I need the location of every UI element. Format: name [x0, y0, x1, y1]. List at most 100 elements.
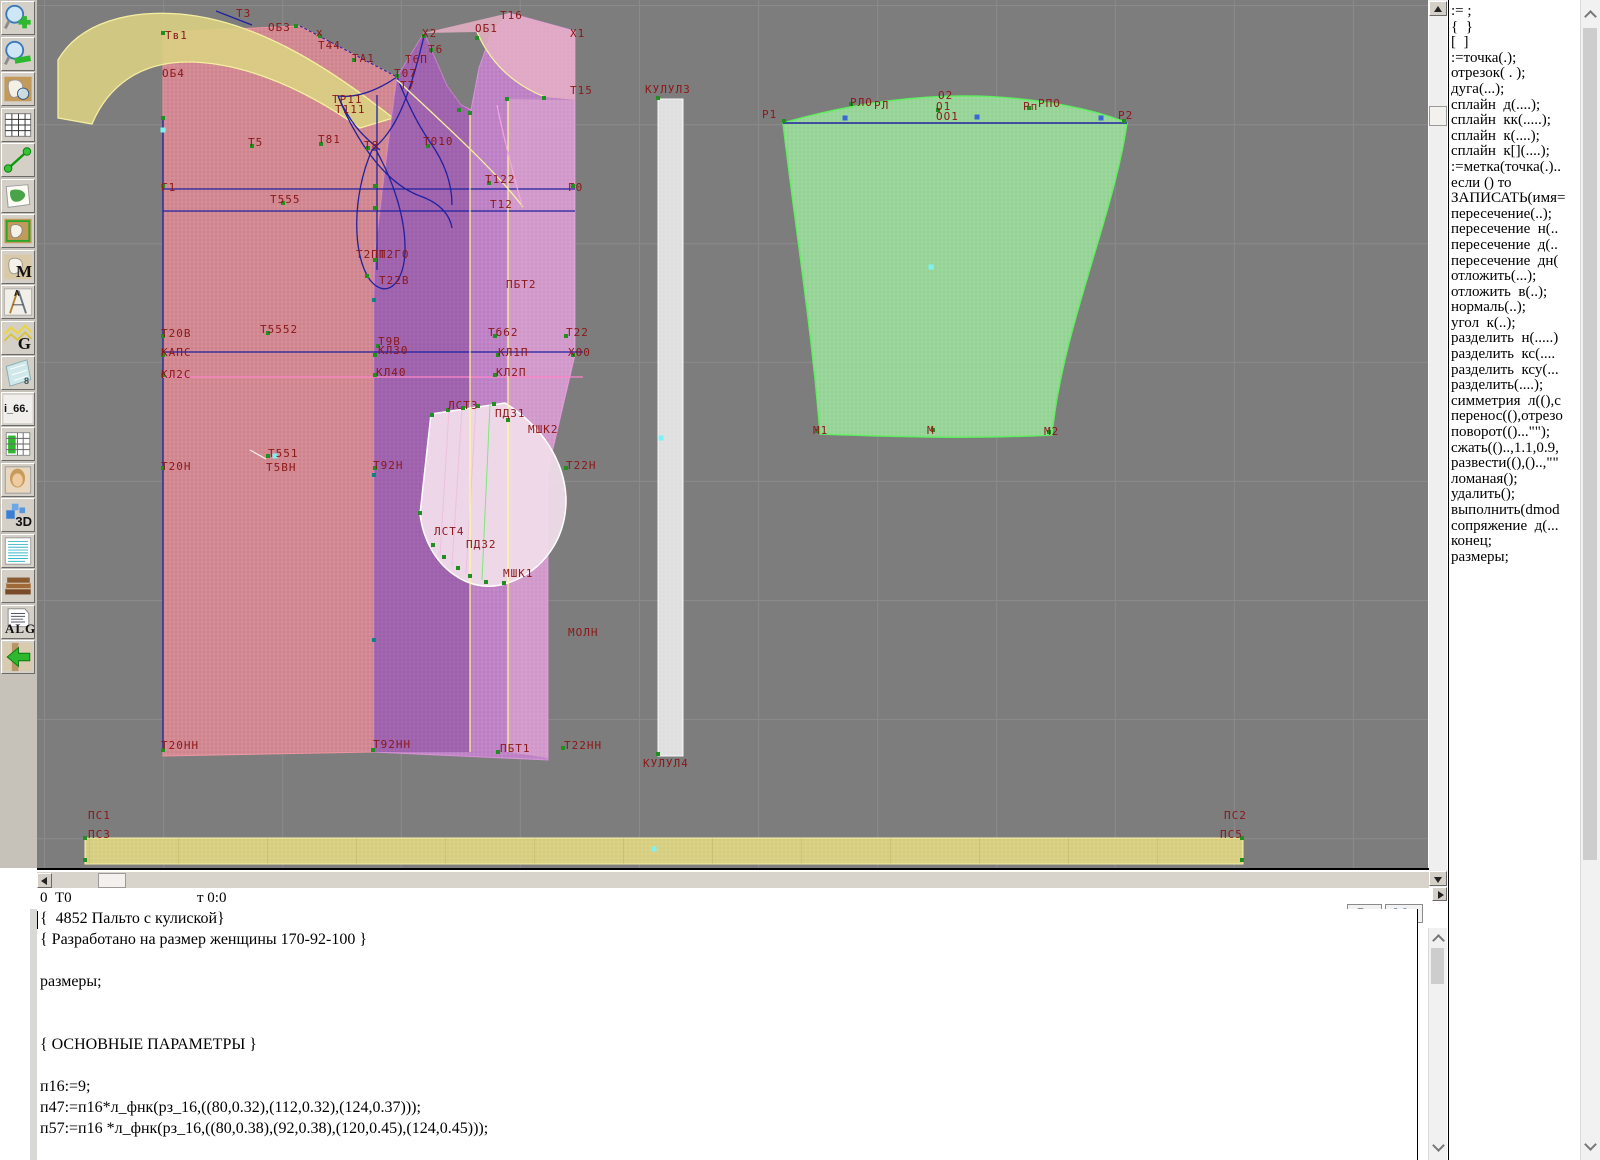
measure-tool[interactable]: [1, 143, 35, 177]
command-item[interactable]: перенос((),отрезо: [1449, 409, 1580, 425]
command-item[interactable]: размеры;: [1449, 550, 1580, 566]
view-3d-tool[interactable]: 3D: [1, 498, 35, 532]
editor-vscroll-up-icon[interactable]: [1428, 930, 1447, 947]
svg-text:ПД32: ПД32: [466, 538, 497, 551]
pattern-pieces[interactable]: [58, 13, 1243, 864]
command-item[interactable]: :=точка(.);: [1449, 51, 1580, 67]
zoom-out-tool[interactable]: [1, 37, 35, 71]
editor-line: { 4852 Пальто с кулиской}: [40, 910, 225, 931]
svg-text:Т8: Т8: [364, 139, 379, 152]
canvas-bottom-border: [37, 868, 1429, 870]
pattern-drawing: Т3ОБ3Т16ОБ1Х1Тв1ОБ4хТ44ТА1Х2Т6Т6ПТ07Т7Т1…: [37, 0, 1428, 868]
command-item[interactable]: удалить();: [1449, 487, 1580, 503]
svg-text:Т22Н: Т22Н: [566, 459, 597, 472]
canvas-vscroll-track[interactable]: [1429, 0, 1447, 887]
command-item[interactable]: отрезок( . );: [1449, 66, 1580, 82]
svg-text:КЛ1П: КЛ1П: [498, 346, 529, 359]
panel-vscroll-thumb[interactable]: [1583, 28, 1597, 860]
command-item[interactable]: разделить(....);: [1449, 378, 1580, 394]
command-item[interactable]: конец;: [1449, 534, 1580, 550]
svg-text:Т6: Т6: [428, 43, 443, 56]
model-photo-tool[interactable]: [1, 463, 35, 497]
svg-text:ПС5: ПС5: [1220, 828, 1243, 841]
hscroll-left-icon[interactable]: [37, 873, 52, 888]
canvas-hscroll-thumb[interactable]: [98, 873, 126, 888]
svg-text:РПО: РПО: [1038, 97, 1061, 110]
command-item[interactable]: разделить кс(....: [1449, 347, 1580, 363]
exit-tool[interactable]: [1, 640, 35, 674]
graph-g-tool[interactable]: G: [1, 321, 35, 355]
command-item[interactable]: пересечение(..);: [1449, 207, 1580, 223]
books-tool[interactable]: [1, 569, 35, 603]
command-item[interactable]: пересечение д(..: [1449, 238, 1580, 254]
command-item[interactable]: сопряжение д(...: [1449, 519, 1580, 535]
code-editor[interactable]: { 4852 Пальто с кулиской}{ Разработано н…: [30, 909, 1418, 1160]
svg-text:М: М: [927, 424, 935, 437]
command-item[interactable]: симметрия л((),с: [1449, 394, 1580, 410]
command-item[interactable]: пересечение дн(: [1449, 254, 1580, 270]
hscroll-right-icon[interactable]: [1432, 887, 1447, 901]
svg-text:Т92НН: Т92НН: [373, 738, 411, 751]
command-item[interactable]: сплайн кк(.....);: [1449, 113, 1580, 129]
drafting-tool[interactable]: А: [1, 285, 35, 319]
svg-text:МШК1: МШК1: [503, 567, 534, 580]
svg-text:Т5ВН: Т5ВН: [266, 461, 297, 474]
command-item[interactable]: сплайн д(....);: [1449, 98, 1580, 114]
svg-text:Т92Н: Т92Н: [373, 459, 404, 472]
svg-text:Г0: Г0: [568, 181, 583, 194]
editor-vscroll-down-icon[interactable]: [1428, 1138, 1447, 1155]
command-item[interactable]: разделить н(.....): [1449, 331, 1580, 347]
command-item[interactable]: угол к(..);: [1449, 316, 1580, 332]
command-item[interactable]: выполнить(dmod: [1449, 503, 1580, 519]
command-item[interactable]: ломаная();: [1449, 472, 1580, 488]
command-item[interactable]: := ;: [1449, 4, 1580, 20]
command-item[interactable]: :=метка(точка(.)..: [1449, 160, 1580, 176]
app-window: MАG8i_66. 3D ALG: [0, 0, 1600, 1160]
command-item[interactable]: [ ]: [1449, 35, 1580, 51]
canvas-vscroll-down-icon[interactable]: [1429, 871, 1447, 886]
svg-text:Т44: Т44: [318, 39, 341, 52]
canvas-vscroll-up-icon[interactable]: [1429, 1, 1447, 16]
panel-vscroll-down-icon[interactable]: [1580, 1136, 1600, 1156]
command-item[interactable]: дуга(...);: [1449, 82, 1580, 98]
svg-text:Т5552: Т5552: [260, 323, 298, 336]
blueprint-tool[interactable]: 8: [1, 356, 35, 390]
alg-tool[interactable]: ALG: [1, 605, 35, 639]
editor-line: п57:=п16 *л_фнк(рз_16,((80,0.38),(92,0.3…: [40, 1120, 488, 1141]
command-item[interactable]: если () то: [1449, 176, 1580, 192]
zoom-in-tool[interactable]: [1, 1, 35, 35]
size-table-tool[interactable]: [1, 427, 35, 461]
command-item[interactable]: развести((),()..,"": [1449, 456, 1580, 472]
piece-contour-tool[interactable]: [1, 214, 35, 248]
command-item[interactable]: сплайн к[](....);: [1449, 144, 1580, 160]
grid-tool[interactable]: [1, 108, 35, 142]
svg-text:М2: М2: [1044, 425, 1059, 438]
svg-text:ОБ4: ОБ4: [162, 67, 185, 80]
command-item[interactable]: поворот(()..."");: [1449, 425, 1580, 441]
svg-text:ЛСТ4: ЛСТ4: [434, 525, 465, 538]
svg-text:Х2: Х2: [422, 27, 437, 40]
canvas-vscroll-thumb[interactable]: [1429, 106, 1447, 126]
svg-text:Т6П: Т6П: [405, 53, 428, 66]
command-item[interactable]: пересечение н(..: [1449, 222, 1580, 238]
pattern-canvas[interactable]: Т3ОБ3Т16ОБ1Х1Тв1ОБ4хТ44ТА1Х2Т6Т6ПТ07Т7Т1…: [37, 0, 1428, 868]
svg-text:Т551: Т551: [268, 447, 299, 460]
i66-tool[interactable]: i_66.: [1, 392, 35, 426]
editor-line: п47:=п16*л_фнк(рз_16,((80,0.32),(112,0.3…: [40, 1099, 421, 1120]
panel-vscroll-up-icon[interactable]: [1580, 4, 1600, 24]
command-item[interactable]: сжать(()..,1.1,0.9,: [1449, 441, 1580, 457]
command-item[interactable]: отложить в(..);: [1449, 285, 1580, 301]
command-list: := ;{ }[ ]:=точка(.);отрезок( . );дуга(.…: [1449, 0, 1580, 565]
command-item[interactable]: разделить ксу(...: [1449, 363, 1580, 379]
editor-vscroll-thumb[interactable]: [1431, 948, 1444, 984]
command-item[interactable]: сплайн к(....);: [1449, 129, 1580, 145]
piece-m-tool[interactable]: M: [1, 250, 35, 284]
canvas-hscroll-track[interactable]: [37, 872, 1429, 888]
view-piece-tool[interactable]: [1, 72, 35, 106]
text-list-tool[interactable]: [1, 534, 35, 568]
command-item[interactable]: нормаль(..);: [1449, 300, 1580, 316]
layout-map-tool[interactable]: [1, 179, 35, 213]
command-item[interactable]: ЗАПИСАТЬ(имя=: [1449, 191, 1580, 207]
command-item[interactable]: { }: [1449, 20, 1580, 36]
command-item[interactable]: отложить(...);: [1449, 269, 1580, 285]
